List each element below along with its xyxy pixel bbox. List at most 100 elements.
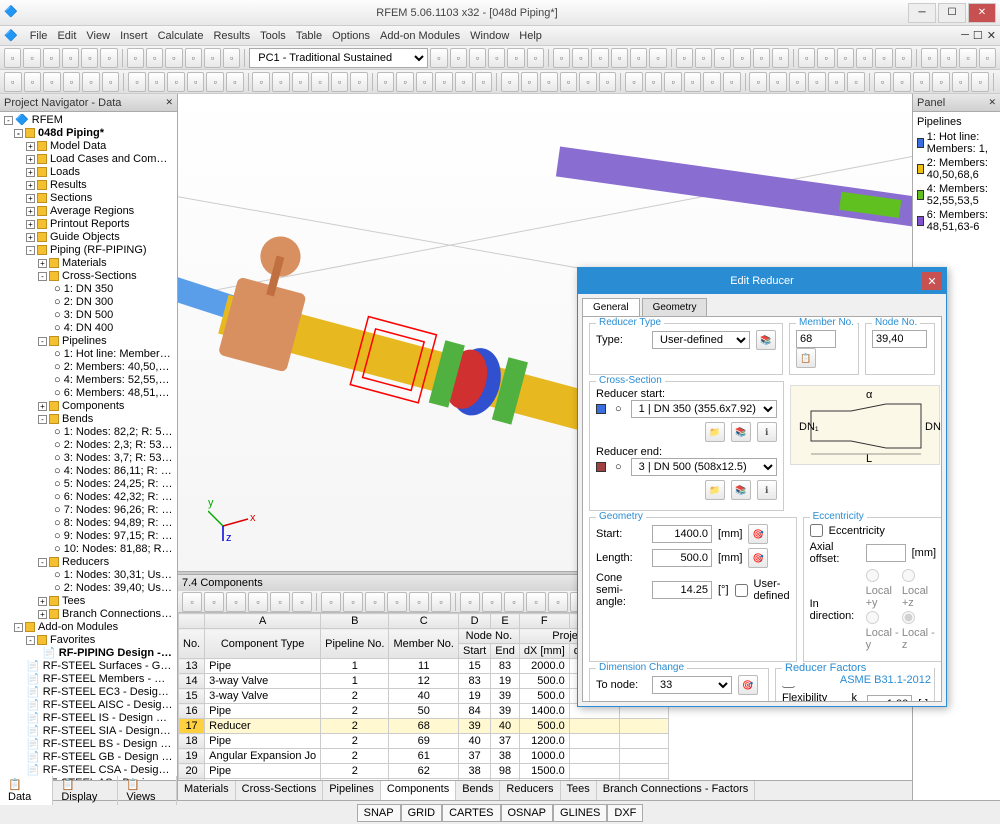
geom-length-input[interactable] [652,549,712,567]
toolbar-button[interactable]: ▫ [645,72,663,92]
geom-start-input[interactable] [652,525,712,543]
end-lib1[interactable]: 📁 [705,480,725,500]
toolbar-button[interactable]: ▫ [469,48,486,68]
navigator-close-icon[interactable]: ✕ [165,97,173,108]
tree-item[interactable]: ○ 6: Members: 48,51,63-67 [2,387,175,400]
toolbar-button[interactable]: ▫ [63,72,81,92]
status-snap[interactable]: SNAP [357,804,401,822]
toolbar-button[interactable]: ▫ [789,72,807,92]
nav-tab-data[interactable]: 📋 Data [0,776,53,805]
toolbar-button[interactable]: ▫ [591,48,608,68]
toolbar-button[interactable]: ▫ [460,592,480,612]
comp-tab[interactable]: Pipelines [323,781,381,800]
app-menu-icon[interactable]: 🔷 [4,29,18,42]
menu-options[interactable]: Options [332,30,370,42]
toolbar-button[interactable]: ▫ [311,72,329,92]
toolbar-button[interactable]: ▫ [4,72,22,92]
toolbar-button[interactable]: ▫ [252,72,270,92]
tree-item[interactable]: 📄 RF-STEEL Members - General [2,673,175,686]
toolbar-button[interactable]: ▫ [625,72,643,92]
toolbar-button[interactable]: ▫ [808,72,826,92]
to-node-select[interactable]: 33 [652,676,732,694]
tree-item[interactable]: ○ 8: Nodes: 94,89; R: 610 mm [2,517,175,530]
toolbar-button[interactable]: ▫ [43,48,60,68]
toolbar-button[interactable]: ▫ [893,72,911,92]
menu-insert[interactable]: Insert [120,30,148,42]
toolbar-button[interactable]: ▫ [895,48,912,68]
toolbar-button[interactable]: ▫ [875,48,892,68]
comp-tab[interactable]: Cross-Sections [236,781,324,800]
comp-tab[interactable]: Bends [456,781,500,800]
toolbar-button[interactable]: ▫ [572,48,589,68]
toolbar-button[interactable]: ▫ [292,72,310,92]
toolbar-button[interactable]: ▫ [450,48,467,68]
toolbar-button[interactable]: ▫ [828,72,846,92]
menu-table[interactable]: Table [296,30,322,42]
tree-item[interactable]: ○ 4: Members: 52,55,53,54 [2,374,175,387]
toolbar-button[interactable]: ▫ [206,72,224,92]
maximize-button[interactable]: ☐ [938,3,966,23]
comp-tab[interactable]: Materials [178,781,236,800]
toolbar-button[interactable]: ▫ [321,592,341,612]
tree-item[interactable]: 📄 RF-STEEL IS - Design of steel [2,712,175,725]
toolbar-button[interactable]: ▫ [579,72,597,92]
tree-item[interactable]: ○ 10: Nodes: 81,88; R: 533 m [2,543,175,556]
tree-item[interactable]: ○ 2: Nodes: 39,40; User-defi [2,582,175,595]
toolbar-button[interactable]: ▫ [431,592,451,612]
tree-item[interactable]: +Loads [2,166,175,179]
toolbar-button[interactable]: ▫ [749,72,767,92]
tree-item[interactable]: ○ 1: DN 350 [2,283,175,296]
toolbar-button[interactable]: ▫ [23,48,40,68]
toolbar-button[interactable]: ▫ [127,48,144,68]
toolbar-button[interactable]: ▫ [102,72,120,92]
toolbar-button[interactable]: ▫ [204,48,221,68]
tree-item[interactable]: ○ 5: Nodes: 24,25; R: 762 mm [2,478,175,491]
toolbar-button[interactable]: ▫ [611,48,628,68]
toolbar-button[interactable]: ▫ [630,48,647,68]
tree-item[interactable]: ○ 6: Nodes: 42,32; R: 762 mm [2,491,175,504]
toolbar-button[interactable]: ▫ [921,48,938,68]
start-lib1[interactable]: 📁 [705,422,725,442]
toolbar-button[interactable]: ▫ [521,72,539,92]
tree-item[interactable]: +Average Regions [2,205,175,218]
inner-maximize[interactable]: ☐ [973,29,983,42]
tree-item[interactable]: ○ 4: DN 400 [2,322,175,335]
toolbar-button[interactable]: ▫ [913,72,931,92]
ecc-check[interactable] [810,524,823,537]
toolbar-button[interactable]: ▫ [185,48,202,68]
comp-tab[interactable]: Tees [561,781,597,800]
tree-item[interactable]: +Model Data [2,140,175,153]
panel-close-icon[interactable]: ✕ [988,97,996,108]
toolbar-button[interactable]: ▫ [772,48,789,68]
toolbar-button[interactable]: ▫ [43,72,61,92]
toolbar-button[interactable]: ▫ [409,592,429,612]
status-dxf[interactable]: DXF [607,804,643,822]
menu-calculate[interactable]: Calculate [158,30,204,42]
toolbar-button[interactable]: ▫ [396,72,414,92]
toolbar-button[interactable]: ▫ [100,48,117,68]
loadcase-select[interactable]: PC1 - Traditional Sustained [249,48,428,68]
toolbar-button[interactable]: ▫ [676,48,693,68]
tree-item[interactable]: -Reducers [2,556,175,569]
tree-item[interactable]: ○ 2: Nodes: 2,3; R: 533 mm [2,439,175,452]
menu-add-on modules[interactable]: Add-on Modules [380,30,460,42]
toolbar-button[interactable]: ▫ [82,72,100,92]
comp-tab[interactable]: Reducers [500,781,560,800]
toolbar-button[interactable]: ▫ [940,48,957,68]
toolbar-button[interactable]: ▫ [856,48,873,68]
tree-item[interactable]: ○ 2: DN 300 [2,296,175,309]
toolbar-button[interactable]: ▫ [684,72,702,92]
reducer-type-select[interactable]: User-defined [652,331,750,349]
toolbar-button[interactable]: ▫ [714,48,731,68]
tree-item[interactable]: +Branch Connections - Factor [2,608,175,621]
nav-tab-display[interactable]: 📋 Display [53,776,118,805]
toolbar-button[interactable]: ▫ [272,72,290,92]
member-pick-button[interactable]: 📋 [796,348,816,368]
k-input[interactable] [867,695,912,702]
status-grid[interactable]: GRID [401,804,443,822]
geom-pick1[interactable]: 🎯 [748,524,768,544]
member-no-input[interactable] [796,330,836,348]
reducer-start-select[interactable]: 1 | DN 350 (355.6x7.92) [631,400,777,418]
node-no-input[interactable] [872,330,927,348]
toolbar-button[interactable]: ▫ [971,72,989,92]
